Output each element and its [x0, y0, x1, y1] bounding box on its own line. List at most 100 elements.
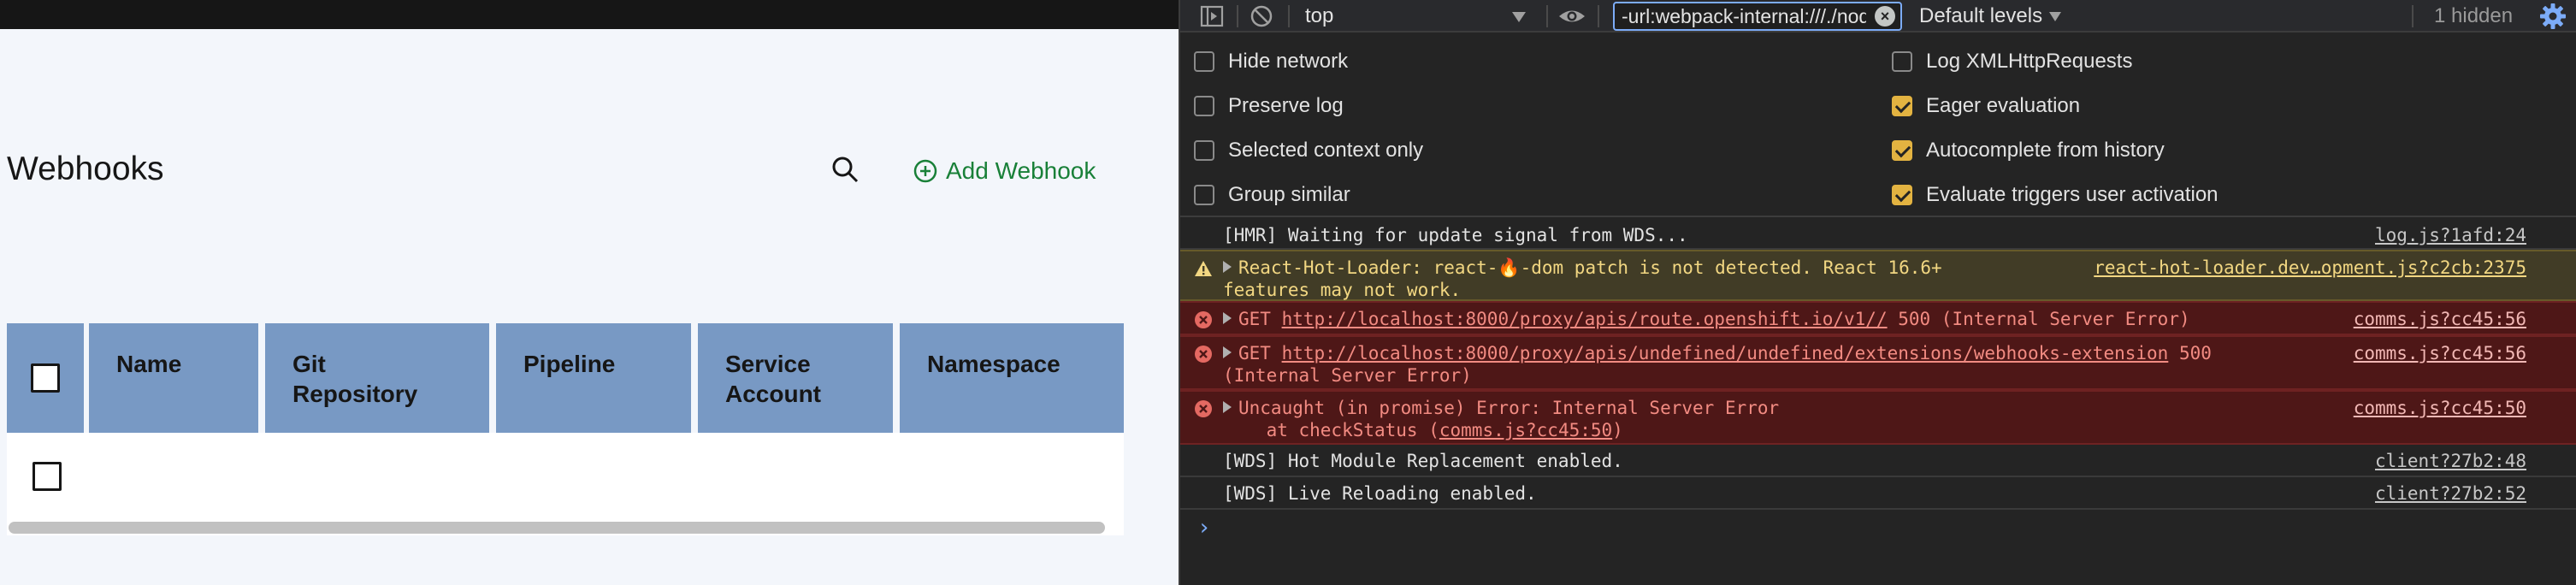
- table-row: [7, 433, 1124, 518]
- console-settings-pane: Hide network Preserve log Selected conte…: [1180, 34, 2576, 217]
- message-source-link[interactable]: comms.js?cc45:50: [2354, 397, 2526, 419]
- expand-triangle-icon[interactable]: [1223, 346, 1232, 358]
- hidden-messages-count: 1 hidden: [2434, 4, 2514, 27]
- message-text: [WDS] Hot Module Replacement enabled.: [1223, 451, 1623, 471]
- error-icon: [1195, 311, 1212, 328]
- log-xmlhttprequests-checkbox[interactable]: [1892, 51, 1912, 72]
- console-message-log: [WDS] Hot Module Replacement enabled. cl…: [1180, 445, 2576, 477]
- console-message-warning: React-Hot-Loader: react-🔥-dom patch is n…: [1180, 250, 2576, 301]
- setting-label: Preserve log: [1228, 94, 1344, 117]
- setting-eager-evaluation[interactable]: Eager evaluation: [1892, 84, 2080, 128]
- eager-evaluation-checkbox[interactable]: [1892, 96, 1912, 116]
- preserve-log-checkbox[interactable]: [1194, 96, 1214, 116]
- request-method: GET: [1238, 309, 1282, 329]
- request-url-link[interactable]: http://localhost:8000/proxy/apis/route.o…: [1282, 309, 1888, 329]
- toolbar-separator: [2412, 5, 2414, 27]
- hide-network-checkbox[interactable]: [1194, 51, 1214, 72]
- message-text: [WDS] Live Reloading enabled.: [1223, 483, 1537, 504]
- request-status: 500 (Internal Server Error): [1887, 309, 2190, 329]
- toolbar-separator: [1598, 5, 1599, 27]
- select-all-checkbox[interactable]: [31, 363, 60, 393]
- stack-frame-text: ): [1612, 420, 1623, 440]
- autocomplete-from-history-checkbox[interactable]: [1892, 140, 1912, 161]
- setting-log-xmlhttprequests[interactable]: Log XMLHttpRequests: [1892, 39, 2132, 84]
- message-text: Uncaught (in promise) Error: Internal Se…: [1223, 397, 1779, 441]
- context-selector-value: top: [1305, 4, 1334, 27]
- toolbar-separator: [1288, 5, 1290, 27]
- add-webhook-button[interactable]: Add Webhook: [913, 154, 1096, 188]
- setting-label: Log XMLHttpRequests: [1926, 50, 2133, 73]
- caret-down-icon: [2049, 12, 2062, 22]
- add-webhook-label: Add Webhook: [946, 157, 1096, 184]
- clear-console-icon[interactable]: [1249, 3, 1274, 29]
- setting-label: Evaluate triggers user activation: [1926, 183, 2219, 206]
- column-header-namespace[interactable]: Namespace: [900, 323, 1124, 433]
- app-top-bar: [0, 0, 1179, 29]
- message-source-link[interactable]: comms.js?cc45:56: [2354, 308, 2526, 330]
- error-icon: [1195, 400, 1212, 417]
- column-header-pipeline[interactable]: Pipeline: [496, 323, 691, 433]
- message-source-link[interactable]: log.js?1afd:24: [2375, 224, 2526, 246]
- setting-hide-network[interactable]: Hide network: [1194, 39, 1348, 84]
- page-title: Webhooks: [7, 151, 164, 187]
- console-toolbar: top × Default levels 1 hidden: [1180, 0, 2576, 32]
- expand-triangle-icon[interactable]: [1223, 261, 1232, 273]
- message-source-link[interactable]: comms.js?cc45:56: [2354, 342, 2526, 364]
- console-message-log: [WDS] Live Reloading enabled. client?27b…: [1180, 477, 2576, 510]
- horizontal-scrollbar[interactable]: [7, 518, 1124, 535]
- setting-preserve-log[interactable]: Preserve log: [1194, 84, 1344, 128]
- evaluate-triggers-user-activation-checkbox[interactable]: [1892, 185, 1912, 205]
- scrollbar-thumb[interactable]: [9, 522, 1105, 534]
- webhooks-app: Webhooks Add Webhook Name Git Repository…: [0, 0, 1179, 585]
- message-text: [HMR] Waiting for update signal from WDS…: [1223, 225, 1688, 245]
- setting-group-similar[interactable]: Group similar: [1194, 173, 1350, 217]
- group-similar-checkbox[interactable]: [1194, 185, 1214, 205]
- setting-selected-context-only[interactable]: Selected context only: [1194, 128, 1423, 173]
- clear-filter-icon[interactable]: ×: [1875, 6, 1895, 27]
- setting-label: Autocomplete from history: [1926, 139, 2165, 162]
- chevron-down-icon: [1512, 12, 1526, 22]
- message-text: GET http://localhost:8000/proxy/apis/und…: [1223, 342, 2212, 387]
- row-checkbox[interactable]: [32, 462, 62, 491]
- request-url-link[interactable]: http://localhost:8000/proxy/apis/undefin…: [1282, 343, 2169, 363]
- sidebar-toggle-icon[interactable]: [1199, 3, 1225, 29]
- message-source-link[interactable]: react-hot-loader.dev…opment.js?c2cb:2375: [2094, 257, 2526, 279]
- console-message-error: GET http://localhost:8000/proxy/apis/und…: [1180, 335, 2576, 390]
- warning-text: React-Hot-Loader: react-🔥-dom patch is n…: [1223, 257, 1942, 300]
- console-message-log: [HMR] Waiting for update signal from WDS…: [1180, 219, 2576, 250]
- console-prompt[interactable]: ›: [1197, 515, 1211, 541]
- column-header-git-repository[interactable]: Git Repository: [265, 323, 489, 433]
- stack-frame-text: at checkStatus (: [1223, 420, 1439, 440]
- webhooks-table: Name Git Repository Pipeline Service Acc…: [7, 323, 1124, 535]
- error-icon: [1195, 346, 1212, 363]
- console-message-error: Uncaught (in promise) Error: Internal Se…: [1180, 390, 2576, 445]
- column-header-name[interactable]: Name: [89, 323, 258, 433]
- column-header-service-account[interactable]: Service Account: [698, 323, 893, 433]
- log-levels-dropdown[interactable]: Default levels: [1919, 2, 2062, 31]
- log-levels-label: Default levels: [1919, 4, 2043, 27]
- search-icon: [832, 157, 859, 183]
- expand-triangle-icon[interactable]: [1223, 312, 1232, 324]
- console-filter-input[interactable]: [1613, 2, 1902, 31]
- toolbar-separator: [1237, 5, 1238, 27]
- selected-context-only-checkbox[interactable]: [1194, 140, 1214, 161]
- stack-frame-link[interactable]: comms.js?cc45:50: [1439, 420, 1612, 440]
- message-text: React-Hot-Loader: react-🔥-dom patch is n…: [1223, 257, 1942, 301]
- request-method: GET: [1238, 343, 1282, 363]
- eye-icon[interactable]: [1557, 3, 1587, 29]
- setting-evaluate-triggers-user-activation[interactable]: Evaluate triggers user activation: [1892, 173, 2219, 217]
- gear-icon[interactable]: [2538, 2, 2567, 31]
- setting-autocomplete-from-history[interactable]: Autocomplete from history: [1892, 128, 2165, 173]
- devtools-console-panel: top × Default levels 1 hidden: [1179, 0, 2576, 585]
- setting-label: Selected context only: [1228, 139, 1424, 162]
- search-button[interactable]: [828, 152, 864, 188]
- message-source-link[interactable]: client?27b2:52: [2375, 482, 2526, 505]
- table-header: Name Git Repository Pipeline Service Acc…: [7, 323, 1124, 433]
- message-source-link[interactable]: client?27b2:48: [2375, 450, 2526, 472]
- console-message-error: GET http://localhost:8000/proxy/apis/rou…: [1180, 301, 2576, 335]
- setting-label: Group similar: [1228, 183, 1350, 206]
- console-messages: [HMR] Waiting for update signal from WDS…: [1180, 219, 2576, 585]
- message-text: GET http://localhost:8000/proxy/apis/rou…: [1223, 308, 2190, 330]
- header-select-all-cell: [7, 323, 84, 433]
- expand-triangle-icon[interactable]: [1223, 401, 1232, 413]
